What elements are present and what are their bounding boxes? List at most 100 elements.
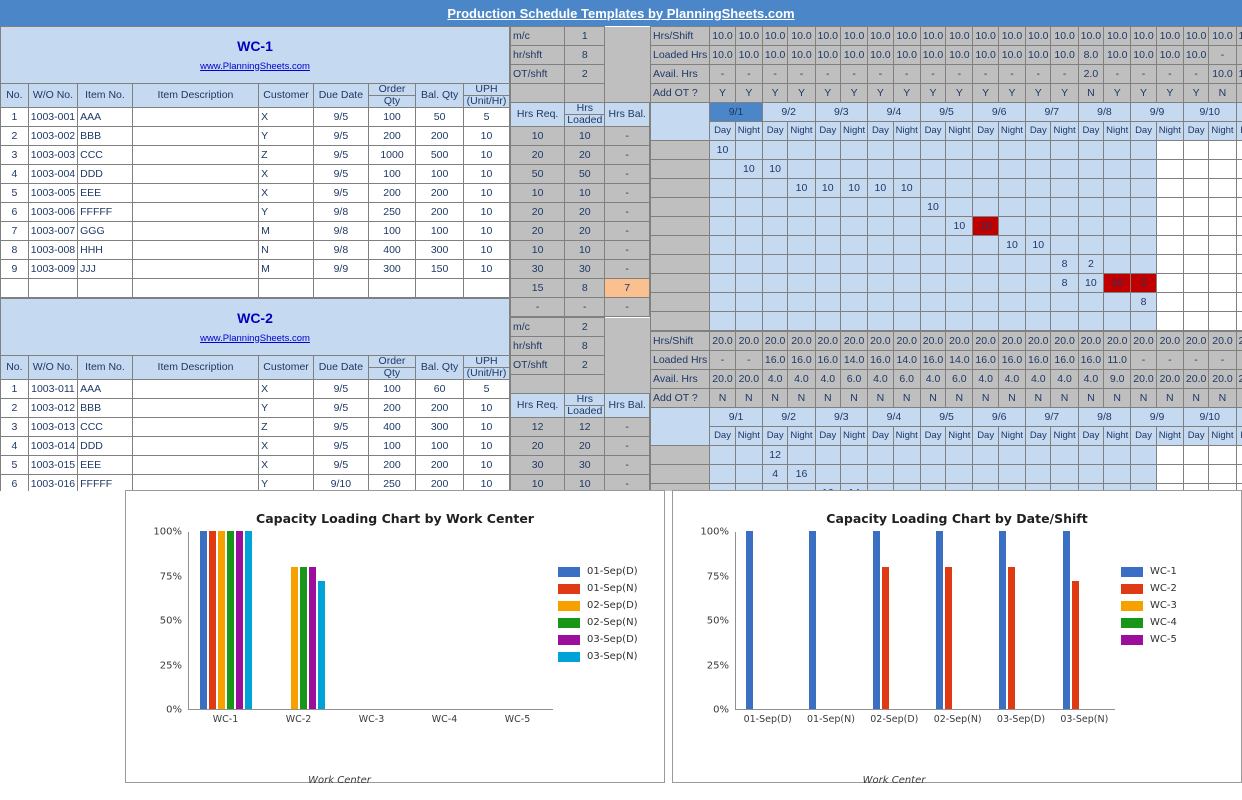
schedule-cell[interactable] <box>1182 445 1210 465</box>
schedule-cell[interactable] <box>945 464 974 484</box>
table-row[interactable]: 6 1003-006 FFFFF Y 9/8 250 200 10 <box>0 202 510 222</box>
table-row[interactable] <box>0 278 510 298</box>
schedule-cell[interactable] <box>867 235 894 255</box>
wc2-hours-table[interactable]: m/c 2 hr/shft 8 OT/shft 2 Hrs Req. Hrs Hrs Bal. L… <box>509 317 650 491</box>
schedule-cell[interactable] <box>1025 445 1052 465</box>
schedule-cell[interactable] <box>1155 235 1184 255</box>
table-row[interactable]: 7 1003-007 GGG M 9/8 100 100 10 <box>0 221 510 241</box>
schedule-cell[interactable] <box>839 445 869 465</box>
schedule-cell[interactable] <box>1103 159 1132 179</box>
schedule-cell[interactable] <box>709 464 736 484</box>
schedule-cell[interactable] <box>734 178 763 198</box>
schedule-cell[interactable] <box>1077 235 1105 255</box>
schedule-cell[interactable] <box>919 464 947 484</box>
table-row-hours[interactable]: 20 20- <box>509 202 650 222</box>
bar[interactable] <box>936 531 944 709</box>
schedule-cell[interactable] <box>709 159 736 179</box>
schedule-cell[interactable] <box>1103 311 1132 331</box>
bar[interactable] <box>317 580 325 709</box>
schedule-cell[interactable] <box>1155 159 1184 179</box>
date-header[interactable]: 9/4 <box>867 407 921 427</box>
schedule-cell[interactable] <box>1235 178 1242 198</box>
table-row[interactable]: 1 1003-001 AAA X 9/5 100 50 5 <box>0 107 510 127</box>
table-row-hours[interactable]: 20 20- <box>509 436 650 456</box>
schedule-cell[interactable] <box>972 159 999 179</box>
schedule-cell[interactable] <box>734 464 763 484</box>
schedule-cell[interactable] <box>1103 445 1132 465</box>
table-row[interactable]: 6 1003-016 FFFFF Y 9/10 250 200 10 <box>0 474 511 491</box>
table-row-hours[interactable]: 10 10- <box>509 183 650 203</box>
schedule-cell[interactable]: 10 <box>761 159 789 179</box>
date-header[interactable] <box>1235 407 1242 427</box>
schedule-cell[interactable] <box>1155 140 1184 160</box>
date-header[interactable]: 9/6 <box>972 407 1027 427</box>
schedule-cell[interactable] <box>919 254 947 274</box>
schedule-cell[interactable] <box>1050 464 1079 484</box>
schedule-cell[interactable] <box>1155 254 1184 274</box>
schedule-cell[interactable] <box>892 235 921 255</box>
schedule-cell[interactable] <box>919 140 947 160</box>
date-header[interactable]: 9/5 <box>919 407 974 427</box>
schedule-cell[interactable] <box>1235 235 1242 255</box>
schedule-cell[interactable] <box>1235 159 1242 179</box>
legend-item[interactable]: 03-Sep(N) <box>558 651 638 662</box>
schedule-cell[interactable] <box>814 292 841 312</box>
schedule-cell[interactable] <box>972 292 999 312</box>
schedule-cell[interactable] <box>1077 216 1105 236</box>
schedule-cell[interactable] <box>1103 254 1132 274</box>
schedule-cell[interactable] <box>1077 140 1105 160</box>
schedule-cell[interactable] <box>1182 216 1210 236</box>
schedule-row[interactable]: 8 <box>649 292 1242 312</box>
schedule-cell[interactable] <box>1130 235 1157 255</box>
legend-item[interactable]: WC-5 <box>1121 634 1177 645</box>
date-header[interactable]: 9/2 <box>761 102 816 122</box>
date-header[interactable] <box>1235 102 1242 122</box>
schedule-cell[interactable] <box>1103 292 1132 312</box>
schedule-cell[interactable] <box>867 445 894 465</box>
schedule-cell[interactable] <box>919 159 947 179</box>
schedule-cell[interactable] <box>1208 254 1237 274</box>
schedule-cell[interactable]: 10 <box>1103 273 1132 293</box>
date-header[interactable]: 9/3 <box>814 102 869 122</box>
schedule-cell[interactable] <box>972 178 999 198</box>
schedule-cell[interactable] <box>997 197 1027 217</box>
table-row-hours[interactable]: 10 10- <box>509 126 650 146</box>
schedule-cell[interactable] <box>867 159 894 179</box>
schedule-cell[interactable] <box>839 235 869 255</box>
schedule-cell[interactable] <box>761 140 789 160</box>
schedule-cell[interactable] <box>709 216 736 236</box>
schedule-cell[interactable] <box>814 140 841 160</box>
schedule-cell[interactable] <box>839 140 869 160</box>
schedule-cell[interactable]: 8 <box>1130 292 1157 312</box>
schedule-cell[interactable] <box>972 445 999 465</box>
schedule-cell[interactable] <box>787 445 816 465</box>
wc2-website-link[interactable]: www.PlanningSheets.com <box>3 333 507 344</box>
schedule-cell[interactable] <box>1025 197 1052 217</box>
date-header[interactable]: 9/8 <box>1077 407 1132 427</box>
schedule-cell[interactable] <box>892 292 921 312</box>
schedule-cell[interactable]: 10 <box>787 178 816 198</box>
schedule-cell[interactable] <box>867 292 894 312</box>
schedule-cell[interactable] <box>972 311 999 331</box>
schedule-cell[interactable] <box>1235 292 1242 312</box>
schedule-cell[interactable] <box>1155 178 1184 198</box>
schedule-cell[interactable] <box>761 292 789 312</box>
schedule-cell[interactable] <box>734 311 763 331</box>
schedule-cell[interactable] <box>1182 292 1210 312</box>
schedule-cell[interactable] <box>1208 159 1237 179</box>
bar[interactable] <box>290 566 298 709</box>
schedule-cell[interactable] <box>1025 292 1052 312</box>
date-header[interactable]: 9/10 <box>1182 102 1237 122</box>
schedule-cell[interactable] <box>997 292 1027 312</box>
bar[interactable] <box>1062 531 1070 709</box>
schedule-cell[interactable] <box>761 216 789 236</box>
schedule-cell[interactable] <box>997 254 1027 274</box>
schedule-cell[interactable] <box>787 311 816 331</box>
schedule-cell[interactable]: 10 <box>1077 273 1105 293</box>
bar[interactable] <box>872 531 880 709</box>
schedule-cell[interactable] <box>1103 178 1132 198</box>
schedule-cell[interactable] <box>919 178 947 198</box>
schedule-cell[interactable] <box>787 159 816 179</box>
legend-item[interactable]: 02-Sep(N) <box>558 617 638 628</box>
date-header[interactable]: 9/7 <box>1025 102 1079 122</box>
